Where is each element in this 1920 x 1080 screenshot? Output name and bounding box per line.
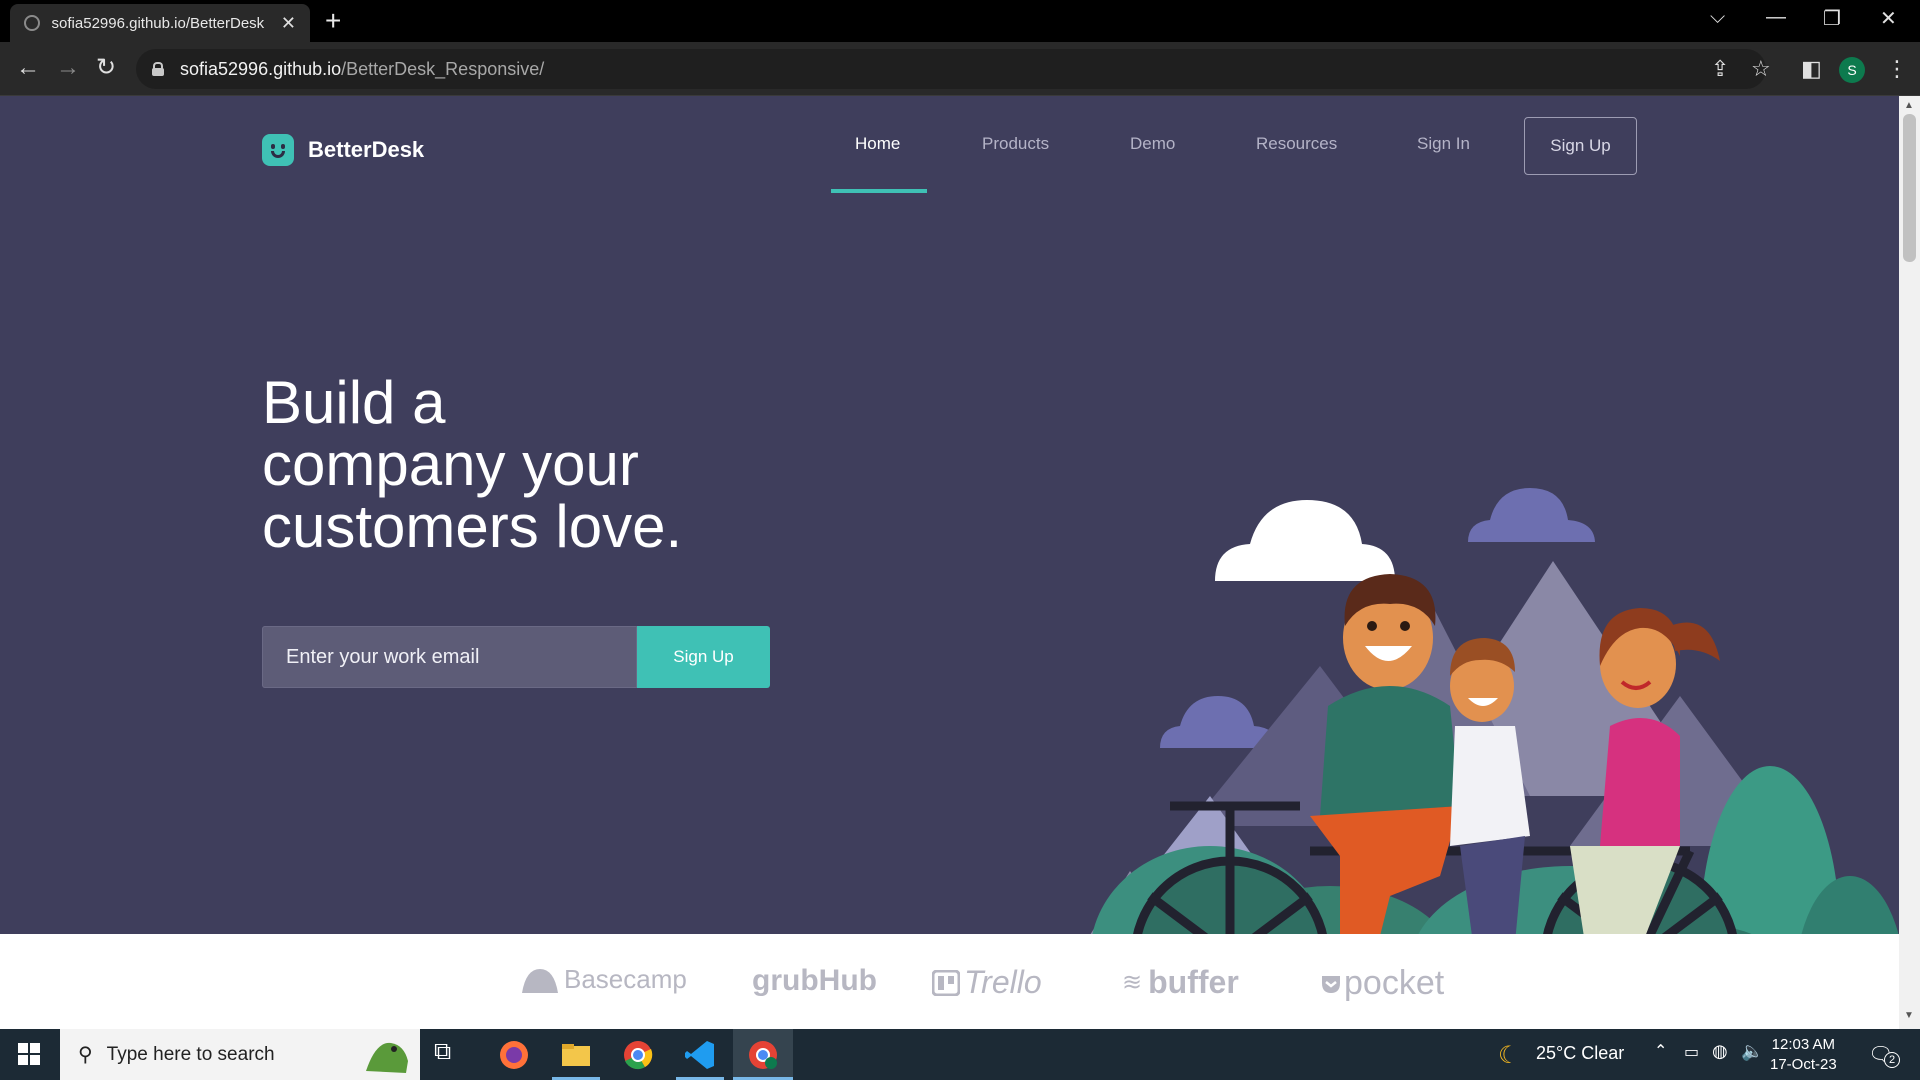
scroll-up-arrow-icon[interactable]: ▲ (1904, 100, 1914, 111)
windows-start-icon[interactable] (18, 1043, 40, 1065)
hero-sign-up-button[interactable]: Sign Up (637, 626, 770, 688)
browser-tab[interactable]: sofia52996.github.io/BetterDesk ✕ (10, 4, 310, 42)
scroll-down-arrow-icon[interactable]: ▼ (1904, 1010, 1914, 1021)
active-chrome-window[interactable] (733, 1029, 793, 1080)
hero-title-line: customers love. (262, 493, 683, 560)
lock-icon (152, 62, 164, 76)
nav-sign-in[interactable]: Sign In (1417, 134, 1470, 154)
pocket-icon (1322, 975, 1340, 993)
browser-toolbar: ← → ↻ sofia52996.github.io/BetterDesk_Re… (0, 42, 1920, 96)
hero-title-line: Build a (262, 369, 446, 436)
volume-icon[interactable]: 🔈 (1741, 1041, 1763, 1062)
firefox-icon[interactable] (497, 1038, 531, 1072)
profile-avatar[interactable]: S (1839, 57, 1865, 83)
buffer-logo: ≋ buffer (1122, 964, 1239, 1001)
scrollbar-thumb[interactable] (1903, 114, 1916, 262)
chevron-up-icon[interactable]: ⌃ (1654, 1041, 1667, 1061)
taskbar-search-placeholder: Type here to search (106, 1043, 275, 1065)
menu-kebab-icon[interactable]: ⋮ (1886, 56, 1908, 82)
browser-tab-strip: sofia52996.github.io/BetterDesk ✕ + ⌵ — … (0, 0, 1920, 42)
moon-weather-icon: ☾ (1498, 1042, 1520, 1069)
weather-status[interactable]: 25°C Clear (1536, 1043, 1624, 1064)
smiley-logo-icon (262, 134, 294, 166)
trello-logo: Trello (932, 964, 1042, 1001)
file-explorer-icon[interactable] (559, 1038, 593, 1072)
globe-icon (24, 15, 40, 31)
taskbar-search-box[interactable]: ⚲ Type here to search (60, 1029, 420, 1080)
logo-name: Trello (964, 964, 1042, 1000)
close-tab-icon[interactable]: ✕ (281, 13, 296, 34)
tab-title: sofia52996.github.io/BetterDesk (51, 14, 265, 32)
hero-title: Build a company your customers love. (262, 372, 822, 558)
vscode-icon[interactable] (683, 1038, 717, 1072)
windows-taskbar: ⚲ Type here to search ⧉ ☾ 25°C Clear ⌃ ▭… (0, 1029, 1920, 1080)
logo-name: grubHub (752, 964, 877, 997)
notifications-icon[interactable]: 🗨 2 (1868, 1042, 1900, 1068)
url-path: /BetterDesk_Responsive/ (341, 58, 545, 79)
chrome-profile-icon (749, 1041, 777, 1069)
brand-logo[interactable]: BetterDesk (262, 134, 424, 166)
minimize-button[interactable]: — (1766, 6, 1786, 29)
logo-name: Basecamp (564, 964, 687, 994)
hero-title-line: company your (262, 431, 639, 498)
nav-demo[interactable]: Demo (1130, 134, 1175, 154)
taskbar-clock[interactable]: 12:03 AM 17-Oct-23 (1770, 1035, 1837, 1075)
window-close-button[interactable]: ✕ (1880, 6, 1897, 31)
network-globe-icon[interactable]: ◍ (1712, 1041, 1728, 1062)
logo-name: pocket (1344, 964, 1445, 1002)
buffer-stack-icon: ≋ (1122, 969, 1143, 996)
forward-button[interactable]: → (56, 54, 80, 82)
brand-name: BetterDesk (308, 137, 425, 162)
grubhub-logo: grubHub (752, 964, 877, 998)
back-button[interactable]: ← (16, 54, 40, 82)
work-email-input[interactable] (262, 626, 637, 688)
notification-count-badge: 2 (1884, 1052, 1900, 1068)
partner-logos-strip: Basecamp grubHub Trello ≋ buffer pocket (0, 934, 1899, 1029)
nav-resources[interactable]: Resources (1256, 134, 1337, 154)
url-host: sofia52996.github.io (180, 58, 342, 79)
restore-button[interactable]: ❐ (1823, 6, 1841, 31)
tab-search-icon[interactable]: ⌵ (1710, 6, 1725, 29)
side-panel-icon[interactable]: ◧ (1801, 56, 1822, 82)
bookmark-star-icon[interactable]: ☆ (1751, 56, 1771, 82)
search-icon: ⚲ (78, 1044, 93, 1066)
trello-icon (932, 969, 960, 996)
address-bar[interactable]: sofia52996.github.io/BetterDesk_Responsi… (136, 49, 1766, 89)
family-bicycle-illustration (1031, 488, 1899, 1029)
new-tab-button[interactable]: + (325, 6, 341, 36)
task-view-icon[interactable]: ⧉ (434, 1038, 468, 1072)
site-header: BetterDesk Home Products Demo Resources … (0, 96, 1899, 206)
battery-icon[interactable]: ▭ (1684, 1042, 1699, 1062)
chrome-icon[interactable] (621, 1038, 655, 1072)
basecamp-icon (522, 968, 558, 993)
nav-sign-up-button[interactable]: Sign Up (1524, 117, 1637, 175)
nav-products[interactable]: Products (982, 134, 1049, 154)
dragon-search-highlight-icon (366, 1042, 408, 1073)
page-viewport: BetterDesk Home Products Demo Resources … (0, 96, 1899, 1029)
clock-time: 12:03 AM (1771, 1036, 1836, 1053)
reload-button[interactable]: ↻ (96, 54, 116, 82)
logo-name: buffer (1148, 964, 1239, 1000)
basecamp-logo: Basecamp (520, 964, 687, 995)
share-icon[interactable]: ⇪ (1711, 56, 1729, 82)
page-scrollbar[interactable]: ▲ ▼ (1899, 96, 1920, 1029)
nav-home[interactable]: Home (855, 134, 900, 154)
clock-date: 17-Oct-23 (1770, 1056, 1837, 1073)
active-nav-indicator (831, 189, 927, 193)
pocket-logo: pocket (1320, 964, 1444, 1003)
